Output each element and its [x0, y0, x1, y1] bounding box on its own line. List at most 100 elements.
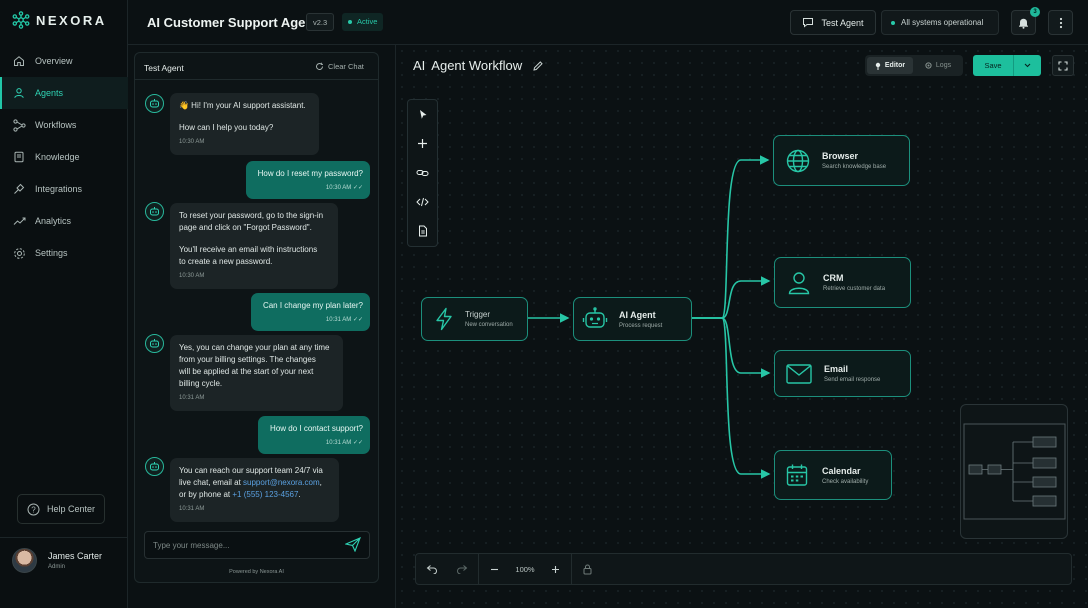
message-line: You can reach our support team 24/7 via [179, 466, 323, 475]
sidebar-item-label: Integrations [35, 184, 83, 194]
sidebar-item-overview[interactable]: Overview [0, 45, 128, 77]
node-title: Calendar [822, 465, 861, 476]
undo-button[interactable] [416, 554, 447, 584]
sidebar-nav: Overview Agents Workflows Knowledge Inte… [0, 45, 128, 269]
node-title: AI Agent [619, 309, 656, 320]
message-time-text: 10:31 AM [325, 317, 352, 323]
sidebar-item-settings[interactable]: Settings [0, 237, 128, 269]
bot-message: 👋 Hi! I'm your AI support assistant. How… [170, 93, 319, 155]
status-badge: Active [342, 13, 384, 31]
more-options-button[interactable] [1048, 10, 1073, 35]
message-time: 10:30 AM [179, 273, 205, 279]
support-phone-link[interactable]: +1 (555) 123-4567 [232, 490, 298, 499]
plus-icon [552, 565, 559, 573]
test-agent-button[interactable]: Test Agent [790, 10, 876, 35]
lightning-icon [436, 307, 452, 331]
message-time: 10:30 AM ✓✓ [255, 182, 363, 194]
node-title: CRM [823, 273, 844, 283]
bot-message: Yes, you can change your plan at any tim… [170, 335, 343, 411]
refresh-icon [316, 62, 324, 70]
message-time: 10:31 AM ✓✓ [267, 437, 363, 449]
message-line: billing cycle. [179, 379, 223, 388]
send-button[interactable] [344, 536, 361, 555]
sidebar-item-integrations[interactable]: Integrations [0, 173, 128, 205]
sidebar-item-label: Settings [35, 248, 68, 258]
message-text: . [298, 490, 301, 499]
node-calendar[interactable]: Calendar Check availability [774, 450, 892, 500]
node-browser[interactable]: Browser Search knowledge base [773, 135, 910, 186]
node-title: Email [824, 364, 849, 374]
node-browser-text: Browser Search knowledge base [822, 151, 886, 170]
bot-avatar-icon [145, 202, 164, 221]
message-time-text: 10:30 AM [325, 185, 352, 191]
clear-chat-button[interactable]: Clear Chat [315, 62, 364, 71]
message-time: 10:30 AM [179, 139, 205, 145]
agents-icon [12, 86, 26, 100]
message-gap [179, 234, 329, 244]
message-line: or by phone at +1 (555) 123-4567. [179, 489, 330, 501]
read-receipt-icon: ✓✓ [352, 317, 363, 323]
sidebar-item-label: Overview [35, 56, 73, 66]
help-icon: ? [27, 503, 40, 515]
minimap-preview [963, 423, 1066, 520]
sidebar-item-agents[interactable]: Agents [0, 77, 128, 109]
send-icon [344, 536, 361, 553]
node-trigger[interactable]: Trigger New conversation [421, 297, 528, 341]
svg-text:?: ? [31, 505, 36, 514]
workflow-canvas[interactable]: AI Agent Workflow Editor Logs Save Trigg… [395, 45, 1088, 608]
undo-icon [426, 565, 437, 574]
chat-bubble-icon [803, 18, 814, 28]
message-line: from your billing settings. The changes [179, 355, 316, 364]
message-input[interactable]: Type your message... [144, 531, 370, 559]
bot-avatar-icon [145, 457, 164, 476]
minimap[interactable] [960, 404, 1068, 539]
brand-logo[interactable]: NEXORA [12, 11, 107, 29]
message-time: 10:31 AM [179, 506, 205, 512]
help-center-button[interactable]: ? Help Center [17, 494, 105, 524]
logo-icon [12, 11, 30, 29]
node-subtitle: New conversation [465, 322, 513, 328]
node-subtitle: Search knowledge base [822, 164, 887, 170]
message-text: How do I reset my password? [257, 169, 363, 178]
node-email[interactable]: Email Send email response [774, 350, 911, 397]
node-subtitle: Send email response [824, 377, 881, 383]
message-text: How do I contact support? [270, 424, 363, 433]
more-vertical-icon [1059, 17, 1062, 28]
chart-icon [12, 214, 26, 228]
message-text: , [319, 478, 322, 487]
node-ai-agent[interactable]: AI Agent Process request [573, 297, 692, 341]
version-badge: v2.3 [306, 13, 335, 31]
redo-button[interactable] [447, 554, 478, 584]
page-title: AI Customer Support Agent [147, 15, 318, 30]
node-calendar-text: Calendar Check availability [822, 466, 868, 485]
message-text: Can I change my plan later? [262, 301, 363, 310]
status-label: Active [357, 17, 378, 26]
zoom-out-button[interactable] [479, 554, 510, 584]
gear-icon [12, 246, 26, 260]
avatar[interactable] [12, 548, 37, 573]
zoom-in-button[interactable] [540, 554, 571, 584]
sidebar-item-knowledge[interactable]: Knowledge [0, 141, 128, 173]
chat-title: Test Agent [144, 63, 184, 73]
user-name: James Carter [48, 551, 103, 561]
sidebar-item-analytics[interactable]: Analytics [0, 205, 128, 237]
lock-button[interactable] [572, 554, 603, 584]
bot-message: To reset your password, go to the sign-i… [170, 203, 338, 289]
message-time: 10:31 AM [179, 395, 205, 401]
status-dot-icon [348, 20, 352, 24]
clear-chat-label: Clear Chat [328, 62, 364, 71]
system-status-label: All systems operational [901, 18, 984, 27]
node-subtitle: Process request [619, 322, 663, 329]
sidebar-item-workflows[interactable]: Workflows [0, 109, 128, 141]
node-ai-agent-text: AI Agent Process request [619, 310, 662, 329]
node-crm[interactable]: CRM Retrieve customer data [774, 257, 911, 308]
user-message: Can I change my plan later? 10:31 AM ✓✓ [251, 293, 370, 331]
bot-avatar-icon [145, 334, 164, 353]
support-email-link[interactable]: support@nexora.com [243, 478, 320, 487]
canvas-controls: 100% [415, 553, 1072, 585]
message-gap [179, 112, 310, 122]
node-subtitle: Retrieve customer data [823, 286, 886, 292]
read-receipt-icon: ✓✓ [352, 440, 363, 446]
node-trigger-text: Trigger New conversation [465, 310, 513, 328]
message-time: 10:31 AM ✓✓ [260, 314, 363, 326]
